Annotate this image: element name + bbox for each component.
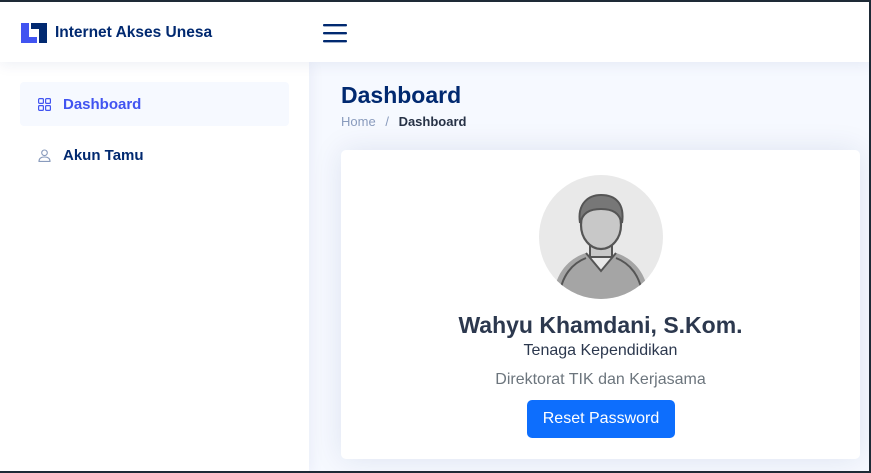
app-title: Internet Akses Unesa [55,24,213,41]
breadcrumb: Home / Dashboard [341,114,466,129]
breadcrumb-home-link[interactable]: Home [341,114,376,129]
page-title: Dashboard [341,82,462,108]
person-icon [37,148,51,162]
profile-unit: Direktorat TIK dan Kerjasama [495,371,706,388]
sidebar-item-akun-tamu[interactable]: Akun Tamu [20,133,289,177]
sidebar: Dashboard Akun Tamu [0,62,309,473]
profile-role: Tenaga Kependidikan [523,342,678,359]
reset-password-button[interactable]: Reset Password [527,400,675,438]
unesa-logo-icon [20,20,48,46]
breadcrumb-separator: / [385,114,389,129]
app-logo[interactable]: Internet Akses Unesa [20,20,212,46]
sidebar-item-label: Dashboard [63,95,142,113]
header: Internet Akses Unesa [0,0,871,62]
sidebar-item-label: Akun Tamu [63,146,144,164]
grid-icon [37,97,51,111]
profile-name: Wahyu Khamdani, S.Kom. [458,312,743,338]
profile-card: Wahyu Khamdani, S.Kom. Tenaga Kependidik… [341,150,860,459]
hamburger-menu-icon[interactable] [322,22,348,44]
default-user-avatar [539,175,663,299]
breadcrumb-current: Dashboard [398,114,467,129]
sidebar-item-dashboard[interactable]: Dashboard [20,82,289,126]
